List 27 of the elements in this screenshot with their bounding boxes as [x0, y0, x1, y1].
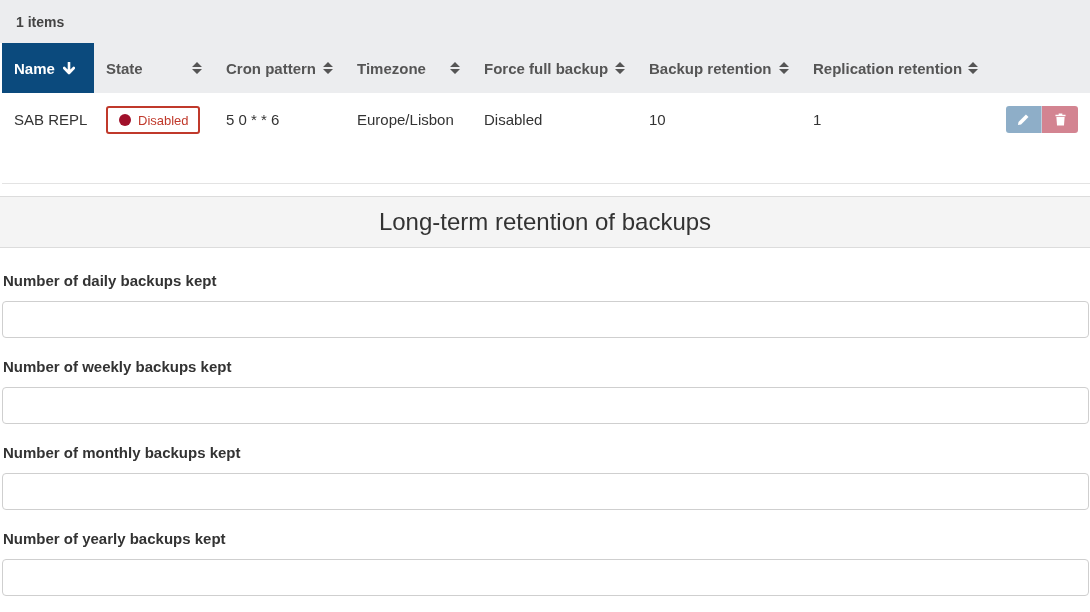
input-field[interactable]: [2, 473, 1089, 510]
status-dot-icon: [119, 114, 131, 126]
timezone-cell: Europe/Lisbon: [357, 110, 454, 128]
trash-icon: [1054, 112, 1066, 126]
backup-retention-cell: 10: [649, 110, 666, 128]
column-header[interactable]: Force full backup: [472, 43, 637, 93]
input-field[interactable]: [2, 387, 1089, 424]
column-header[interactable]: Replication retention: [801, 43, 990, 93]
name-cell: SAB REPL: [14, 110, 88, 128]
field-label: Number of weekly backups kept: [3, 357, 232, 377]
replication-retention-cell: 1: [813, 110, 822, 128]
field-label: Number of yearly backups kept: [3, 529, 226, 549]
pencil-icon: [1017, 112, 1030, 126]
column-header[interactable]: Timezone: [345, 43, 472, 93]
column-header[interactable]: State: [94, 43, 214, 93]
input-field[interactable]: [2, 559, 1089, 596]
column-header[interactable]: Name: [2, 43, 94, 93]
section-title: Long-term retention of backups: [378, 208, 712, 236]
force-full-backup-cell: Disabled: [484, 110, 543, 128]
cron-cell: 5 0 * * 6: [226, 110, 280, 128]
field-label: Number of daily backups kept: [3, 271, 217, 291]
column-header[interactable]: Backup retention: [637, 43, 801, 93]
input-field[interactable]: [2, 301, 1089, 338]
state-badge: Disabled: [106, 106, 200, 134]
item-count: 1 items: [16, 13, 65, 30]
column-header[interactable]: Cron pattern: [214, 43, 345, 93]
field-label: Number of monthly backups kept: [3, 443, 241, 463]
